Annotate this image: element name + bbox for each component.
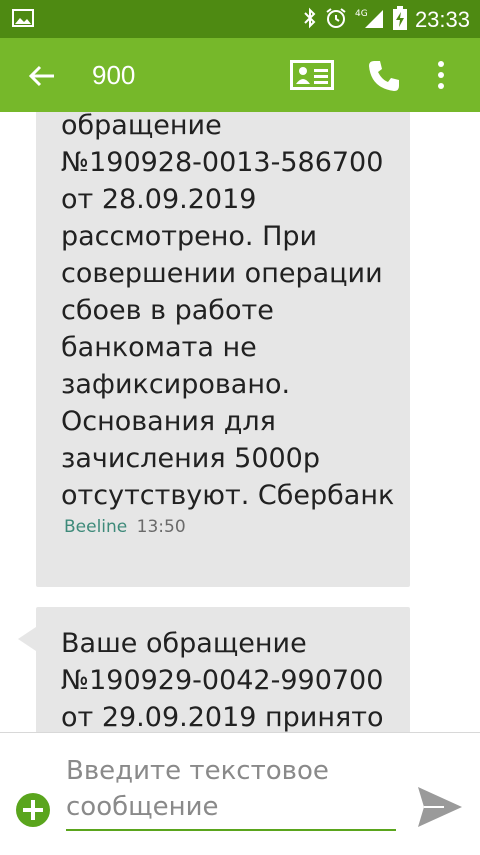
image-notification-icon xyxy=(12,9,34,31)
message-text: Ваше обращение №190929-0042-990700 от 29… xyxy=(61,628,384,732)
message-input[interactable] xyxy=(66,753,396,831)
status-bar: 4G 23:33 xyxy=(0,0,480,38)
add-attachment-icon[interactable] xyxy=(16,793,50,827)
app-bar: 900 xyxy=(0,38,480,112)
bubble-tail xyxy=(18,627,36,651)
svg-text:4G: 4G xyxy=(355,9,368,19)
message-sender: Beeline xyxy=(64,517,128,537)
message-meta: Beeline 13:50 xyxy=(64,517,186,537)
contact-card-icon[interactable] xyxy=(290,60,334,94)
signal-icon: 4G xyxy=(355,7,385,33)
message-bubble[interactable]: МИДХАТОВИЧ, ваше обращение №190928-0013-… xyxy=(36,112,410,587)
bluetooth-icon xyxy=(303,7,317,33)
more-vert-icon[interactable] xyxy=(436,60,446,94)
battery-charging-icon xyxy=(392,6,407,34)
conversation-title: 900 xyxy=(92,60,136,90)
back-arrow-icon[interactable] xyxy=(26,60,58,92)
clock: 23:33 xyxy=(414,7,470,32)
compose-bar xyxy=(0,732,480,855)
message-text: МИДХАТОВИЧ, ваше обращение №190928-0013-… xyxy=(61,112,395,511)
message-bubble[interactable]: Ваше обращение №190929-0042-990700 от 29… xyxy=(18,607,410,732)
message-time: 13:50 xyxy=(136,517,186,537)
phone-icon[interactable] xyxy=(366,58,402,98)
send-icon[interactable] xyxy=(416,785,464,833)
message-list[interactable]: МИДХАТОВИЧ, ваше обращение №190928-0013-… xyxy=(0,112,480,732)
alarm-icon xyxy=(325,7,347,33)
